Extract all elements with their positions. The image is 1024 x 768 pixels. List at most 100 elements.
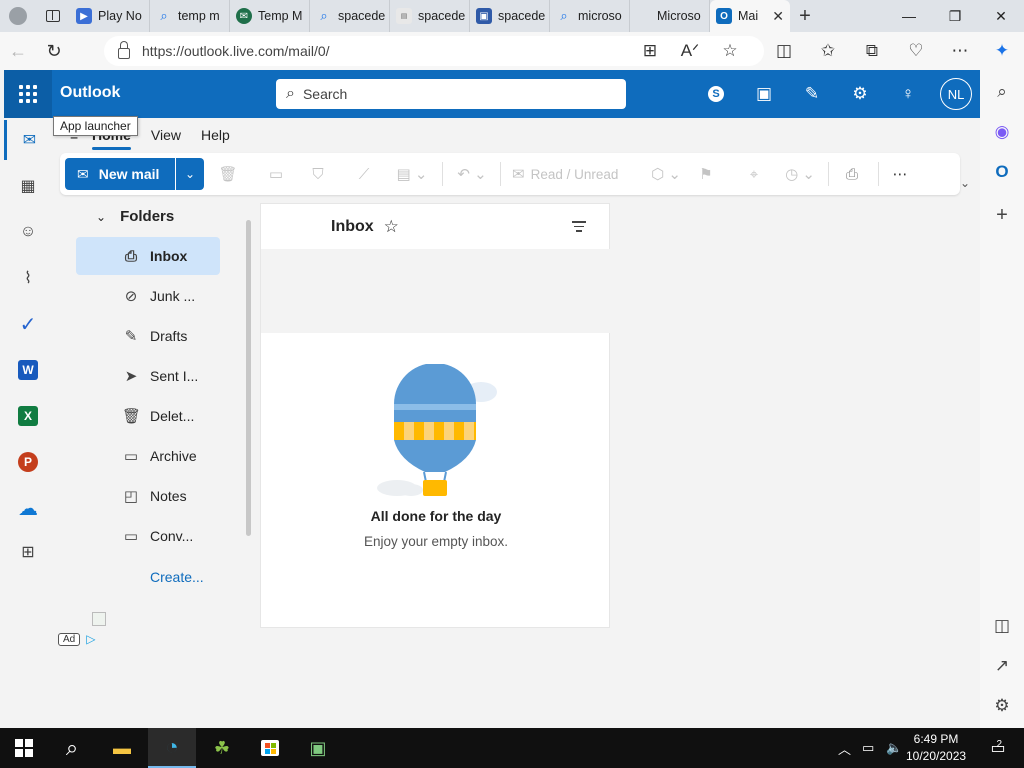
create-folder-link[interactable]: Create... xyxy=(150,569,204,585)
show-hidden-icons[interactable]: ︿ xyxy=(838,728,851,768)
folder-sent[interactable]: ➤ Sent I... xyxy=(76,357,220,395)
new-tab-button[interactable]: + xyxy=(790,0,820,32)
reply-button[interactable]: ↶ ⌄ xyxy=(452,158,492,190)
skype-icon[interactable]: S xyxy=(700,79,732,109)
folder-drafts[interactable]: ✎ Drafts xyxy=(76,317,220,355)
filter-icon[interactable] xyxy=(571,218,587,235)
tab-actions-button[interactable] xyxy=(36,0,70,32)
search-icon: ⌕ xyxy=(320,8,328,23)
delete-button[interactable]: 🗑 xyxy=(214,158,242,190)
snooze-button[interactable]: ◷ ⌄ xyxy=(780,158,820,190)
sidebar-panel-icon[interactable]: ◫ xyxy=(980,608,1024,644)
refresh-button[interactable]: ↻ xyxy=(36,32,72,70)
browser-essentials-icon[interactable]: ♡ xyxy=(896,32,936,70)
ad-area[interactable]: Ad ▷ xyxy=(58,632,95,646)
split-screen-icon[interactable]: ◫ xyxy=(764,32,804,70)
browser-tab-active[interactable]: O Mai ✕ xyxy=(710,0,790,32)
folder-notes[interactable]: ◰ Notes xyxy=(76,477,220,515)
excel-icon[interactable]: X xyxy=(4,396,52,436)
move-to-button[interactable]: ▤ ⌄ xyxy=(392,158,432,190)
tips-lightbulb-icon[interactable]: ♀ xyxy=(892,79,924,109)
start-button[interactable] xyxy=(0,728,48,768)
calendar-icon[interactable]: ▦ xyxy=(4,166,52,206)
read-unread-button[interactable]: ✉ Read / Unread xyxy=(512,158,618,190)
browser-tab[interactable]: ⌕ spacede xyxy=(310,0,390,32)
folder-deleted[interactable]: 🗑 Delet... xyxy=(76,397,220,435)
more-apps-icon[interactable]: ⊞ xyxy=(4,532,52,572)
taskbar-clock[interactable]: 6:49 PM 10/20/2023 xyxy=(906,731,966,765)
word-icon[interactable]: W xyxy=(4,350,52,390)
more-actions-button[interactable]: ⋯ xyxy=(886,158,914,190)
app-available-icon[interactable]: ⊞ xyxy=(630,32,670,70)
teams-icon[interactable]: ▣ xyxy=(748,79,780,109)
tab-help[interactable]: Help xyxy=(191,118,240,152)
network-icon[interactable]: ▭ xyxy=(862,728,874,768)
print-button[interactable]: ⎙ xyxy=(838,158,866,190)
people-app-icon[interactable]: ☘ xyxy=(198,728,246,768)
profile-icon xyxy=(9,7,27,25)
spacedesk-app-icon[interactable]: ▣ xyxy=(294,728,342,768)
app-launcher-button[interactable] xyxy=(4,70,52,118)
folder-pane-scrollbar[interactable] xyxy=(246,220,251,536)
browser-tab[interactable]: ⌕ temp m xyxy=(150,0,230,32)
browser-tab[interactable]: ▣ spacede xyxy=(470,0,550,32)
archive-button[interactable]: ▭ xyxy=(262,158,290,190)
people-icon[interactable]: ☺ xyxy=(4,212,52,252)
file-explorer-icon[interactable]: ▬ xyxy=(98,728,146,768)
restore-button[interactable]: ❐ xyxy=(932,0,978,32)
adchoices-icon[interactable]: ▷ xyxy=(86,632,95,646)
my-day-icon[interactable]: ✎ xyxy=(796,79,828,109)
sidebar-settings-icon[interactable]: ⚙ xyxy=(980,688,1024,724)
browser-tab[interactable]: ▤ spacede xyxy=(390,0,470,32)
sidebar-add-icon[interactable]: + xyxy=(980,197,1024,233)
todo-icon[interactable]: ✓ xyxy=(4,304,52,344)
volume-muted-icon[interactable]: 🔈 xyxy=(886,728,902,768)
close-window-button[interactable]: ✕ xyxy=(978,0,1024,32)
browser-tab[interactable]: ▶ Play No xyxy=(70,0,150,32)
back-button[interactable]: ← xyxy=(0,32,36,70)
copilot-icon[interactable]: ✦ xyxy=(982,32,1022,70)
collections-icon[interactable]: ⧉ xyxy=(852,32,892,70)
favorites-icon[interactable]: ✩ xyxy=(808,32,848,70)
favorite-star-icon[interactable]: ☆ xyxy=(710,32,750,70)
open-external-icon[interactable]: ↗ xyxy=(980,648,1024,684)
folders-header[interactable]: ⌄ Folders xyxy=(96,208,174,225)
folder-junk[interactable]: ⊘ Junk ... xyxy=(76,277,220,315)
ribbon-expand-icon[interactable]: ⌄ xyxy=(960,176,970,190)
tab-view[interactable]: View xyxy=(141,118,191,152)
onedrive-icon[interactable]: ☁ xyxy=(4,488,52,528)
store-icon[interactable] xyxy=(246,728,294,768)
report-button[interactable]: ⛉ xyxy=(304,158,332,190)
search-icon[interactable]: ⌕ xyxy=(48,728,96,768)
browser-tab[interactable]: ⌕ microso xyxy=(550,0,630,32)
pin-button[interactable]: ⌖ xyxy=(740,158,768,190)
settings-icon[interactable]: ⚙ xyxy=(844,79,876,109)
browser-tab[interactable]: ✉ Temp M xyxy=(230,0,310,32)
folder-conversation-history[interactable]: ▭ Conv... xyxy=(76,517,220,555)
search-box[interactable]: ⌕ xyxy=(276,79,626,109)
sidebar-outlook-icon[interactable]: O xyxy=(980,154,1024,190)
favorite-star-icon[interactable]: ☆ xyxy=(384,217,399,237)
categorize-button[interactable]: ⬡ ⌄ xyxy=(648,158,684,190)
read-aloud-icon[interactable]: Aᐟ xyxy=(670,32,710,70)
powerpoint-icon[interactable]: P xyxy=(4,442,52,482)
minimize-button[interactable]: — xyxy=(886,0,932,32)
folder-inbox[interactable]: ⎙ Inbox xyxy=(76,237,220,275)
profile-button[interactable] xyxy=(0,0,36,32)
folder-archive[interactable]: ▭ Archive xyxy=(76,437,220,475)
mail-icon[interactable]: ✉ xyxy=(4,120,52,160)
avatar[interactable]: NL xyxy=(940,78,972,110)
more-options-icon[interactable]: ⋯ xyxy=(940,32,980,70)
close-tab-icon[interactable]: ✕ xyxy=(772,8,784,25)
attachments-icon[interactable]: ⌇ xyxy=(4,258,52,298)
new-mail-dropdown[interactable]: ⌄ xyxy=(176,158,204,190)
sidebar-copilot-icon[interactable]: ◉ xyxy=(980,114,1024,150)
search-input[interactable] xyxy=(302,86,603,102)
browser-tab[interactable]: Microso xyxy=(630,0,710,32)
notification-center-button[interactable]: ▭ 2 xyxy=(984,728,1012,768)
sidebar-search-icon[interactable]: ⌕ xyxy=(980,74,1024,110)
flag-button[interactable]: ⚑ xyxy=(692,158,720,190)
new-mail-button[interactable]: ✉ New mail xyxy=(65,158,175,190)
edge-browser-icon[interactable]: ◔ xyxy=(148,728,196,768)
sweep-button[interactable]: ⟋ xyxy=(350,158,378,190)
